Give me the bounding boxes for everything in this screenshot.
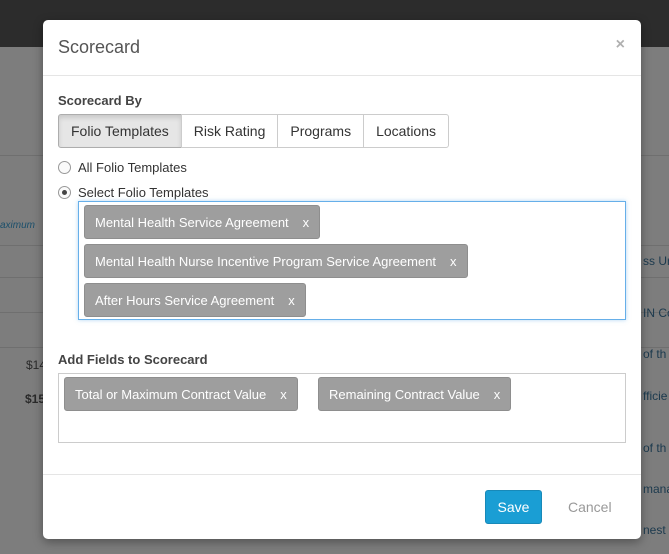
save-button[interactable]: Save — [485, 490, 542, 524]
add-fields-label: Add Fields to Scorecard — [58, 352, 208, 367]
radio-select-folio-templates[interactable]: Select Folio Templates — [58, 185, 209, 200]
radio-button[interactable] — [58, 161, 71, 174]
close-icon[interactable]: × — [616, 36, 625, 54]
scorecard-modal: Scorecard × Scorecard By Folio Templates… — [43, 20, 641, 539]
tag-chip: After Hours Service Agreement x — [84, 283, 306, 317]
tag-label: Total or Maximum Contract Value — [75, 386, 267, 402]
tab-locations[interactable]: Locations — [363, 114, 450, 148]
tab-programs[interactable]: Programs — [277, 114, 365, 148]
radio-button[interactable] — [58, 186, 71, 199]
modal-title: Scorecard — [58, 37, 141, 57]
scorecard-fields-tag-input[interactable]: Total or Maximum Contract Value x Remain… — [58, 373, 626, 443]
modal-footer: Save Cancel — [43, 474, 641, 539]
bg-maximum-header: aximum — [0, 220, 36, 231]
bg-right-text-2: IN Co — [643, 306, 669, 320]
tag-label: Mental Health Nurse Incentive Program Se… — [95, 253, 437, 269]
remove-tag-icon[interactable]: x — [450, 254, 457, 269]
tag-chip: Mental Health Service Agreement x — [84, 205, 321, 239]
remove-tag-icon[interactable]: x — [288, 293, 295, 308]
bg-right-text-5: of th — [643, 441, 667, 455]
bg-right-text-3: of th — [643, 347, 667, 361]
scorecard-by-label: Scorecard By — [58, 93, 142, 108]
bg-right-text-6: mana — [643, 482, 669, 496]
tag-label: Mental Health Service Agreement — [95, 214, 289, 230]
bg-right-text-4: fficie — [643, 389, 668, 403]
radio-label: Select Folio Templates — [78, 185, 209, 200]
bg-right-text-1: ss Ur — [643, 254, 669, 268]
tag-chip: Total or Maximum Contract Value x — [64, 377, 298, 411]
folio-templates-tag-input[interactable]: Mental Health Service Agreement x Mental… — [78, 201, 626, 320]
modal-header: Scorecard × — [43, 20, 641, 76]
radio-label: All Folio Templates — [78, 160, 187, 175]
scorecard-by-tabs: Folio Templates Risk Rating Programs Loc… — [58, 114, 450, 148]
remove-tag-icon[interactable]: x — [280, 387, 287, 402]
remove-tag-icon[interactable]: x — [494, 387, 501, 402]
tag-label: Remaining Contract Value — [329, 386, 480, 402]
tab-folio-templates[interactable]: Folio Templates — [58, 114, 182, 148]
tag-chip: Remaining Contract Value x — [318, 377, 512, 411]
tag-chip: Mental Health Nurse Incentive Program Se… — [84, 244, 468, 278]
bg-right-text-7: nest — [643, 523, 666, 537]
tab-risk-rating[interactable]: Risk Rating — [180, 114, 279, 148]
cancel-button[interactable]: Cancel — [562, 490, 618, 524]
tag-label: After Hours Service Agreement — [95, 292, 275, 308]
radio-all-folio-templates[interactable]: All Folio Templates — [58, 160, 187, 175]
remove-tag-icon[interactable]: x — [303, 215, 310, 230]
